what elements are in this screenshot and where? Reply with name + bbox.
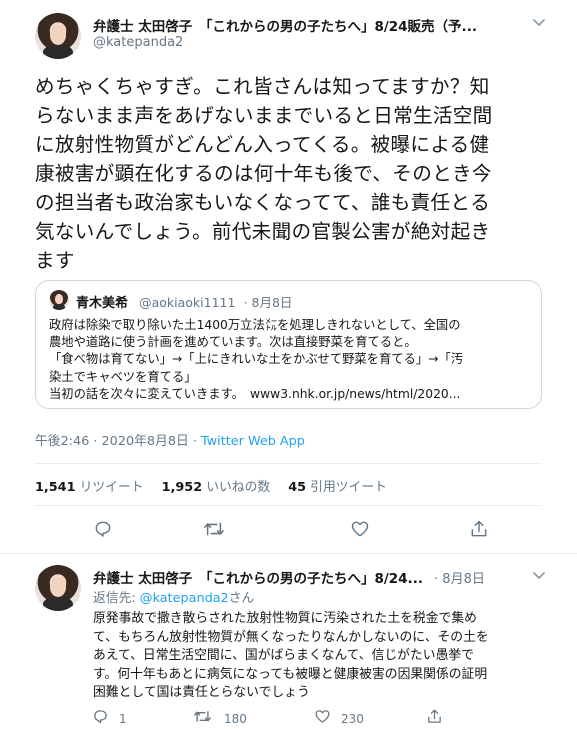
reply-date[interactable]: · 8月8日	[434, 572, 485, 587]
heart-icon[interactable]	[314, 708, 331, 729]
tweet-source[interactable]: Twitter Web App	[201, 434, 305, 449]
tweet-timestamp[interactable]: 午後2:46 · 2020年8月8日 ·	[35, 434, 201, 449]
quoted-author-handle: @aokiaoki1111	[139, 295, 236, 310]
reply-action-like[interactable]: 230	[314, 708, 364, 729]
reply-action-share[interactable]	[426, 708, 443, 729]
tweet-text: めちゃくちゃすぎ。これ皆さんは知ってますか？知 らないまま声をあげないままでいる…	[35, 75, 493, 272]
tweet-separator	[0, 553, 577, 554]
chevron-down-icon[interactable]	[531, 14, 547, 33]
retweets-stat[interactable]: 1,541 リツイート	[35, 480, 144, 495]
tweet-stats: 1,541 リツイート 1,952 いいねの数 45 引用ツイート	[35, 476, 387, 495]
reply-to-line: 返信先: @katepanda2さん	[93, 591, 255, 606]
quoted-date: · 8月8日	[243, 295, 293, 310]
reply-text: 原発事故で撒き散らされた放射性物質に汚染された土を税金で集め て、もちろん放射性…	[93, 611, 489, 701]
retweet-icon[interactable]	[193, 708, 212, 729]
tweet-meta: 午後2:46 · 2020年8月8日 · Twitter Web App	[35, 430, 305, 449]
reply-author-avatar[interactable]	[35, 565, 81, 611]
author-handle[interactable]: @katepanda2	[93, 35, 183, 50]
heart-icon[interactable]	[349, 518, 371, 540]
retweet-count: 180	[224, 711, 247, 726]
quoted-author-avatar	[49, 290, 69, 310]
reply-author-name[interactable]: 弁護士 太田啓子 「これからの男の子たちへ」8/24...	[93, 571, 423, 587]
quoted-tweet[interactable]: 青木美希 @aokiaoki1111 · 8月8日 政府は除染で取り除いた土14…	[35, 280, 542, 409]
quoted-tweet-text: 政府は除染で取り除いた土1400万立法㍍を処理しきれないとして、全国の 農地や道…	[49, 318, 464, 401]
retweet-icon[interactable]	[203, 518, 225, 540]
like-count: 230	[341, 711, 364, 726]
likes-stat[interactable]: 1,952 いいねの数	[162, 480, 271, 495]
reply-action-retweet[interactable]: 180	[193, 708, 247, 729]
share-icon[interactable]	[426, 709, 443, 729]
quotes-stat[interactable]: 45 引用ツイート	[288, 480, 387, 495]
reply-icon[interactable]	[92, 708, 109, 729]
author-avatar[interactable]	[35, 13, 81, 59]
quoted-author-name: 青木美希	[76, 296, 129, 311]
reply-icon[interactable]	[92, 518, 114, 540]
divider	[35, 463, 542, 464]
share-icon[interactable]	[468, 518, 490, 540]
divider	[35, 505, 542, 506]
author-name[interactable]: 弁護士 太田啓子 「これからの男の子たちへ」8/24販売（予...	[93, 15, 477, 35]
chevron-down-icon[interactable]	[531, 567, 547, 586]
reply-to-handle[interactable]: @katepanda2	[140, 591, 229, 606]
reply-count: 1	[119, 711, 127, 726]
reply-action-reply[interactable]: 1	[92, 708, 127, 729]
